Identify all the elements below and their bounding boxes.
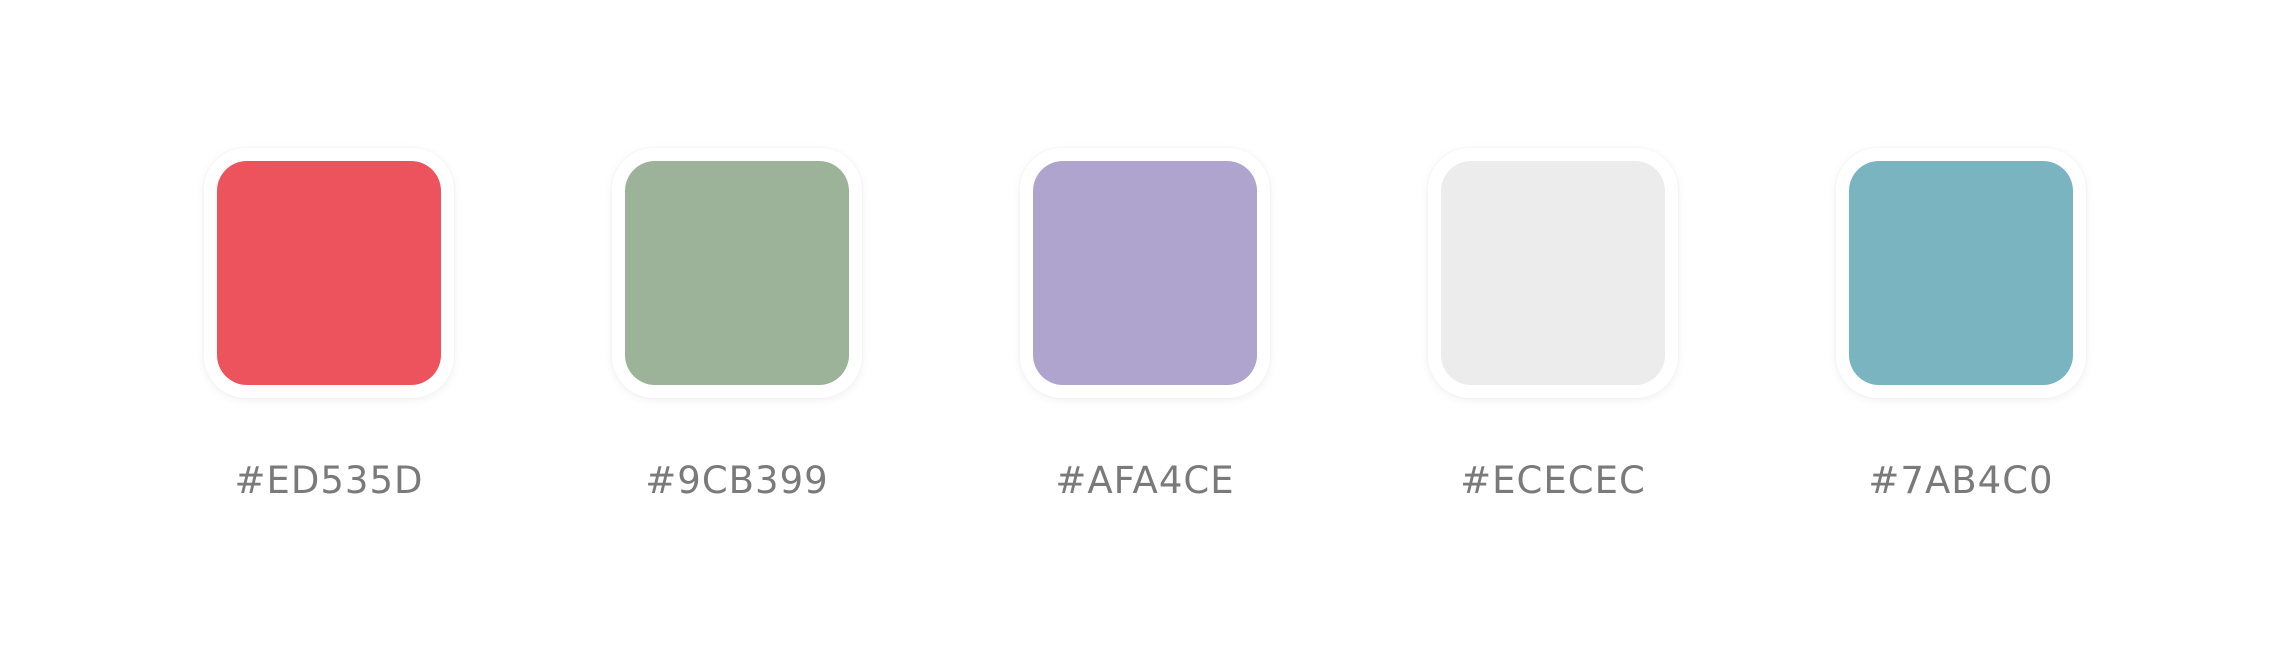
swatch-frame [1020,148,1270,398]
color-palette: #ED535D #9CB399 #AFA4CE #ECECEC #7AB4C0 [0,0,2290,646]
swatch-frame [1836,148,2086,398]
hex-code-label: #ECECEC [1460,459,1646,502]
color-swatch [217,161,441,385]
hex-code-label: #7AB4C0 [1868,459,2054,502]
color-swatch [1033,161,1257,385]
color-swatch [1849,161,2073,385]
hex-code-label: #ED535D [234,459,424,502]
color-swatch [1441,161,1665,385]
hex-code-label: #9CB399 [645,459,829,502]
hex-code-label: #AFA4CE [1055,459,1235,502]
swatch-frame [612,148,862,398]
swatch-frame [1428,148,1678,398]
swatch-frame [204,148,454,398]
color-swatch [625,161,849,385]
